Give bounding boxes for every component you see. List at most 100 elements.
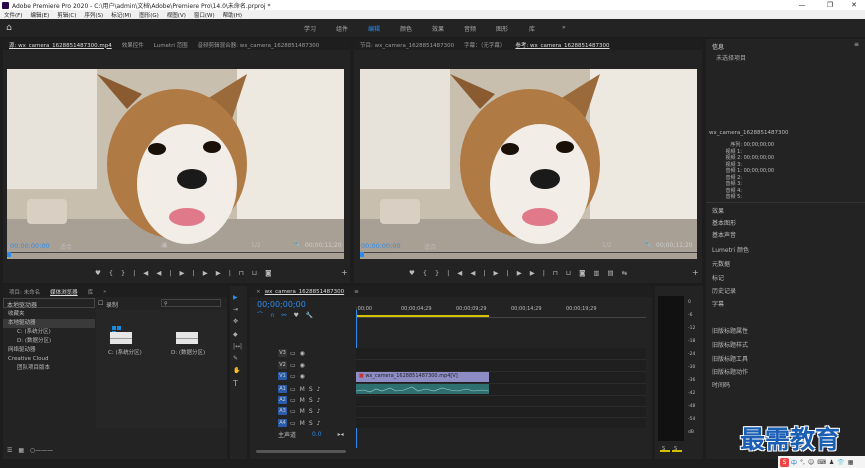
prog-play-icon[interactable]: ▶ bbox=[494, 269, 507, 277]
program-playhead[interactable] bbox=[360, 252, 364, 257]
panel-timecode[interactable]: 时间码 bbox=[712, 380, 730, 389]
a3-sync-icon[interactable]: ▭ bbox=[290, 408, 296, 415]
insert-icon[interactable]: ⊓ bbox=[239, 269, 252, 277]
export-frame-icon[interactable]: ◙ bbox=[579, 269, 593, 277]
a2-mic-icon[interactable]: ♪ bbox=[317, 397, 321, 404]
prog-go-out-icon[interactable]: ▶| bbox=[530, 269, 553, 277]
a2-sync-icon[interactable]: ▭ bbox=[290, 397, 296, 404]
tab-project[interactable]: 项目: 未命名 bbox=[9, 288, 40, 296]
a4-solo-icon[interactable]: S bbox=[309, 420, 313, 427]
workspace-effects[interactable]: 效果 bbox=[432, 24, 444, 33]
tab-libraries[interactable]: 库 bbox=[88, 288, 94, 296]
menu-marker[interactable]: 标记(M) bbox=[111, 11, 131, 19]
panel-lumetri-color[interactable]: Lumetri 颜色 bbox=[712, 245, 749, 254]
a1-mic-icon[interactable]: ♪ bbox=[317, 386, 321, 393]
step-back-icon[interactable]: ◀| bbox=[156, 269, 179, 277]
wrench-icon[interactable]: 🔧 bbox=[293, 241, 300, 248]
source-transport-controls[interactable]: ♥{}|◀◀|▶|▶▶|⊓⊔◙ bbox=[95, 269, 279, 277]
panel-metadata[interactable]: 元数据 bbox=[712, 259, 730, 268]
tab-lumetri-scopes[interactable]: Lumetri 范围 bbox=[154, 41, 188, 49]
ripple-edit-tool-icon[interactable]: ✥ bbox=[233, 318, 238, 325]
prog-step-forward-icon[interactable]: |▶ bbox=[507, 269, 530, 277]
source-playhead[interactable] bbox=[7, 252, 11, 257]
ime-emoji[interactable]: ☺ bbox=[808, 459, 814, 466]
a1-solo-icon[interactable]: S bbox=[309, 386, 313, 393]
mark-in-icon[interactable]: { bbox=[109, 269, 121, 277]
track-a3-label[interactable]: A3 bbox=[278, 407, 287, 415]
drive-c-thumb[interactable] bbox=[108, 324, 134, 346]
a1-sync-icon[interactable]: ▭ bbox=[290, 386, 296, 393]
selection-tool-icon[interactable]: ▶ bbox=[233, 294, 238, 301]
tree-local-drives[interactable]: 本地驱动器 bbox=[3, 319, 95, 328]
a2-mute-icon[interactable]: M bbox=[300, 397, 305, 404]
tree-favorites[interactable]: 收藏夹 bbox=[3, 310, 95, 319]
info-menu-icon[interactable]: ≡ bbox=[854, 41, 859, 48]
panel-legacy-title-properties[interactable]: 旧版标题属性 bbox=[712, 326, 748, 335]
program-scale-dropdown[interactable]: 1/2 bbox=[602, 242, 612, 249]
meter-solo-right[interactable]: S bbox=[674, 446, 677, 452]
hand-tool-icon[interactable]: ✋ bbox=[233, 367, 240, 374]
time-ruler[interactable]: :00;00 00;00;04;29 00;00;09;29 00;00;14;… bbox=[356, 306, 646, 318]
track-a2-label[interactable]: A2 bbox=[278, 396, 287, 404]
menu-sequence[interactable]: 序列(S) bbox=[84, 11, 103, 19]
ime-chinese[interactable]: 中 bbox=[791, 458, 797, 467]
ime-punctuation[interactable]: °, bbox=[800, 459, 805, 466]
go-in-icon[interactable]: |◀ bbox=[133, 269, 156, 277]
ime-skin[interactable]: 👕 bbox=[837, 459, 844, 466]
minimize-icon[interactable]: — bbox=[790, 0, 814, 10]
slip-tool-icon[interactable]: |↔| bbox=[233, 343, 242, 350]
panel-legacy-title-styles[interactable]: 旧版标题样式 bbox=[712, 340, 748, 349]
audio-clip[interactable] bbox=[356, 384, 489, 394]
list-view-icon[interactable]: ☰ bbox=[7, 447, 12, 454]
type-tool-icon[interactable]: T bbox=[233, 379, 238, 388]
tree-creative-cloud[interactable]: Creative Cloud bbox=[3, 355, 95, 364]
ime-toolbox[interactable]: ♟ bbox=[829, 459, 834, 466]
marker-icon[interactable]: ♥ bbox=[95, 269, 109, 277]
tab-effect-controls[interactable]: 效果控件 bbox=[122, 41, 144, 49]
extract-icon[interactable]: ⊔ bbox=[566, 269, 579, 277]
menu-view[interactable]: 视图(V) bbox=[167, 11, 186, 19]
a4-mic-icon[interactable]: ♪ bbox=[317, 420, 321, 427]
panel-legacy-title-actions[interactable]: 旧版标题动作 bbox=[712, 367, 748, 376]
tree-team-projects[interactable]: 团队项目版本 bbox=[3, 364, 95, 373]
workspace-audio[interactable]: 音频 bbox=[464, 24, 476, 33]
meter-solo-left[interactable]: S bbox=[662, 446, 665, 452]
panel-captions[interactable]: 字幕 bbox=[712, 299, 724, 308]
v2-eye-icon[interactable]: ◉ bbox=[300, 362, 305, 369]
panel-essential-sound[interactable]: 基本声音 bbox=[712, 230, 736, 239]
record-checkbox[interactable]: ☐ bbox=[98, 300, 103, 307]
track-v1-label[interactable]: V1 bbox=[278, 372, 287, 380]
overwrite-icon[interactable]: ⊔ bbox=[252, 269, 265, 277]
camera-icon[interactable]: ◙ bbox=[265, 269, 279, 277]
a3-solo-icon[interactable]: S bbox=[309, 408, 313, 415]
track-lanes[interactable]: ■ wx_camera_1628851487300.mp4[V] bbox=[356, 348, 646, 428]
add-marker-icon[interactable]: ♥ bbox=[293, 312, 305, 319]
timeline-scrollbar[interactable] bbox=[256, 449, 646, 455]
a4-mute-icon[interactable]: M bbox=[300, 420, 305, 427]
tree-drive-c[interactable]: C: (系统分区) bbox=[3, 328, 95, 337]
panel-markers[interactable]: 标记 bbox=[712, 273, 724, 282]
panel-history[interactable]: 历史记录 bbox=[712, 286, 736, 295]
workspace-assembly[interactable]: 组件 bbox=[336, 24, 348, 33]
menu-graphics[interactable]: 图形(G) bbox=[139, 11, 159, 19]
prog-step-back-icon[interactable]: ◀| bbox=[470, 269, 493, 277]
tab-source[interactable]: 源: wx_camera_1628851487300.mp4 bbox=[9, 41, 112, 49]
program-add-button-icon[interactable]: + bbox=[692, 268, 699, 277]
go-out-icon[interactable]: ▶| bbox=[216, 269, 239, 277]
workspace-libraries[interactable]: 库 bbox=[529, 24, 535, 33]
menu-help[interactable]: 帮助(H) bbox=[223, 11, 242, 19]
settings-icon[interactable]: ▣ bbox=[161, 241, 168, 249]
program-video-frame[interactable] bbox=[360, 69, 697, 259]
a3-mute-icon[interactable]: M bbox=[300, 408, 305, 415]
v3-sync-icon[interactable]: ▭ bbox=[290, 350, 296, 357]
source-scale-dropdown[interactable]: 1/2 bbox=[251, 242, 261, 249]
pen-tool-icon[interactable]: ✎ bbox=[233, 355, 238, 362]
swap-icon[interactable]: ⇆ bbox=[622, 269, 635, 277]
tab-media-browser[interactable]: 媒体浏览器 bbox=[50, 288, 78, 296]
more-workspaces-icon[interactable]: » bbox=[562, 24, 566, 31]
program-fit-dropdown[interactable]: 适合 bbox=[424, 242, 436, 251]
panel-essential-graphics[interactable]: 基本图形 bbox=[712, 218, 736, 227]
mark-out-icon[interactable]: } bbox=[121, 269, 133, 277]
workspace-color[interactable]: 颜色 bbox=[400, 24, 412, 33]
a2-solo-icon[interactable]: S bbox=[309, 397, 313, 404]
